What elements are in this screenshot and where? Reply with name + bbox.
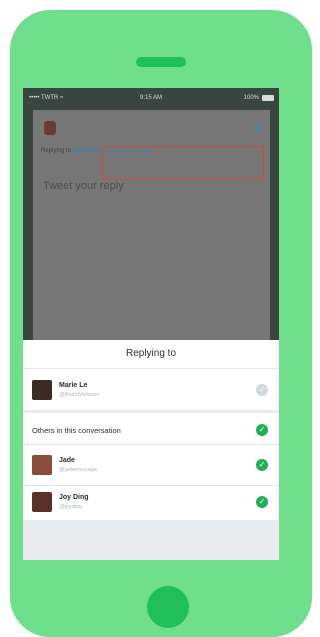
replying-prefix: Replying to	[41, 148, 73, 154]
recipient-name: Jade	[59, 457, 75, 464]
divider	[23, 368, 279, 369]
recipient-handle: @joyding	[59, 504, 83, 510]
avatar	[32, 455, 52, 475]
recipient-handle: @BrandVirtuoso	[59, 392, 100, 398]
avatar	[44, 121, 56, 135]
other-recipient-row[interactable]: Joy Ding @joyding ✓	[23, 482, 279, 522]
primary-recipient-row[interactable]: Marie Le @BrandVirtuoso ✓	[23, 370, 279, 410]
avatar	[32, 380, 52, 400]
unchecked-icon[interactable]: ✓	[256, 384, 268, 396]
reply-input[interactable]: Tweet your reply	[43, 180, 124, 192]
recipient-name: Joy Ding	[59, 494, 89, 501]
other-recipient-row[interactable]: Jade @jadeinvoyage ✓	[23, 445, 279, 485]
recipient-handle: @jadeinvoyage	[59, 467, 97, 473]
recipient-name: Marie Le	[59, 382, 88, 389]
check-all-icon[interactable]: ✓	[256, 424, 268, 436]
speaker-slot	[136, 57, 186, 67]
battery-icon	[262, 95, 274, 101]
clock-text: 9:15 AM	[139, 95, 162, 101]
others-section-label: Others in this conversation	[32, 426, 121, 435]
checked-icon[interactable]: ✓	[256, 459, 268, 471]
phone-screen: ••••• TWTR ≈ 9:15 AM 100% × Replying to …	[23, 88, 279, 560]
divider	[23, 410, 279, 413]
checked-icon[interactable]: ✓	[256, 496, 268, 508]
status-bar: ••••• TWTR ≈ 9:15 AM 100%	[23, 88, 279, 108]
avatar	[32, 492, 52, 512]
sheet-footer	[23, 520, 279, 560]
sheet-title: Replying to	[125, 348, 177, 359]
home-button[interactable]	[147, 586, 189, 628]
annotation-highlight-box	[102, 146, 264, 180]
battery-text: 100%	[243, 95, 259, 101]
close-icon[interactable]: ×	[252, 120, 262, 137]
replying-to-sheet: Replying to Marie Le @BrandVirtuoso ✓ Ot…	[23, 340, 279, 560]
